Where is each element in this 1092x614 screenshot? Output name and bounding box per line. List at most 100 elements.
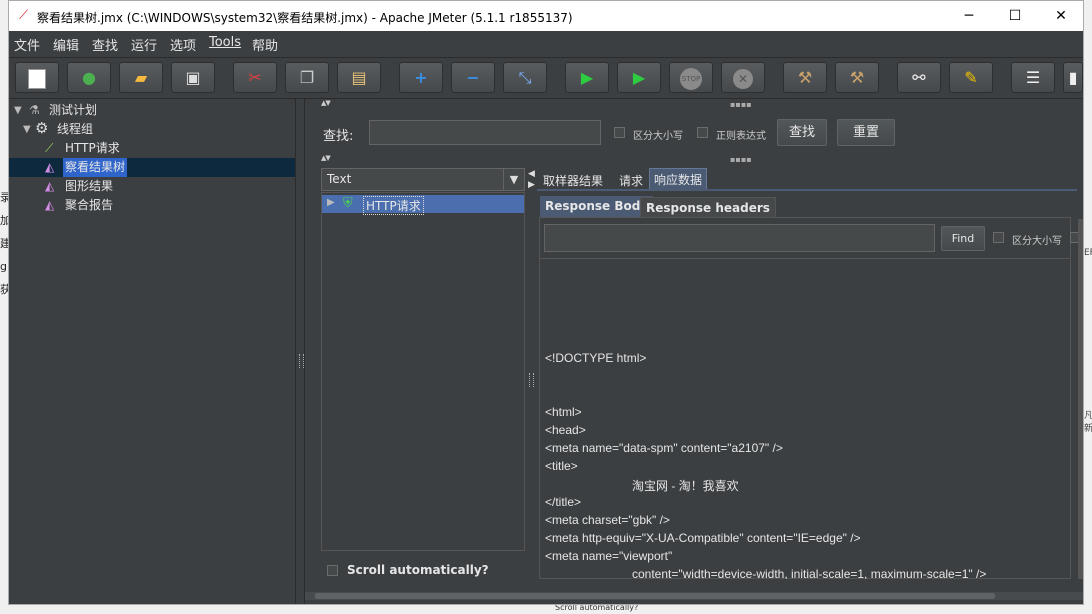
results-panel: ▲▼ ▪▪▪▪ 查找: 区分大小写 正则表达式 查找 重置 ▲▼ ▪▪▪▪ Te… — [305, 99, 1083, 604]
minimize-button[interactable]: ─ — [946, 1, 992, 31]
save-icon: ▣ — [185, 68, 201, 87]
sample-result-item[interactable]: ▶ ⛨ HTTP请求 — [322, 195, 524, 215]
stop-icon: STOP — [680, 67, 702, 90]
paste-icon: ▤ — [351, 68, 367, 87]
bg-fragment: ER — [1084, 248, 1092, 258]
menu-edit[interactable]: 编辑 — [53, 35, 79, 54]
http-sampler-icon: ⟋ — [45, 141, 54, 155]
reset-button[interactable]: 重置 — [837, 119, 895, 146]
case-sensitive-label: 区分大小写 — [633, 131, 683, 142]
tree-item-thread-group[interactable]: ▼ ⚙ 线程组 — [9, 119, 295, 139]
regex-checkbox[interactable] — [697, 127, 708, 138]
find-case-checkbox[interactable] — [993, 232, 1004, 243]
top-splitter[interactable]: ▲▼ ▪▪▪▪ — [305, 99, 1083, 109]
tab-response-headers[interactable]: Response headers — [640, 197, 776, 218]
response-line: <head> — [545, 423, 586, 437]
search-input[interactable] — [369, 120, 601, 145]
clear-button[interactable]: ⚒ — [783, 62, 827, 93]
menu-tools[interactable]: Tools — [209, 35, 241, 50]
open-button[interactable]: ▰ — [119, 62, 163, 93]
collapse-triangle-icon[interactable]: ▼ — [23, 120, 31, 139]
tree-item-view-results-tree[interactable]: ◭ 察看结果树 — [9, 158, 295, 177]
find-button[interactable]: 查找 — [777, 119, 827, 146]
listener-icon: ◭ — [45, 160, 55, 174]
menu-search[interactable]: 查找 — [92, 35, 118, 54]
window-title: 察看结果树.jmx (C:\WINDOWS\system32\察看结果树.jmx… — [37, 11, 573, 25]
menu-help[interactable]: 帮助 — [252, 35, 278, 54]
tab-response-data[interactable]: 响应数据 — [649, 168, 708, 190]
splitter-grip-icon[interactable]: ▪▪▪▪ — [730, 155, 752, 164]
vertical-scrollbar[interactable] — [1078, 219, 1083, 579]
tree-item-aggregate-report[interactable]: ◭ 聚合报告 — [9, 196, 295, 215]
close-button[interactable]: ✕ — [1038, 1, 1084, 31]
bg-fragment: 新 — [1084, 424, 1092, 434]
paste-button[interactable]: ▤ — [337, 62, 381, 93]
tree-item-label: 图形结果 — [65, 179, 114, 193]
search-icon: ⚯ — [912, 68, 926, 87]
tree-item-http-request[interactable]: ⟋ HTTP请求 — [9, 139, 295, 158]
clear-all-button[interactable]: ⚒ — [835, 62, 879, 93]
results-splitter[interactable] — [527, 168, 535, 583]
toolbar: ● ▰ ▣ ✂ ❐ ▤ + − ⤡ ▶ ▶ STOP ✕ ⚒ ⚒ ⚯ ✎ ☰ ▮ — [9, 57, 1083, 99]
start-button[interactable]: ▶ — [565, 62, 609, 93]
menu-file[interactable]: 文件 — [14, 35, 40, 54]
templates-button[interactable]: ● — [67, 62, 111, 93]
search-label: 查找: — [323, 129, 354, 144]
menu-options[interactable]: 选项 — [170, 35, 196, 54]
start-no-pause-button[interactable]: ▶ — [617, 62, 661, 93]
splitter-grip-icon[interactable]: ▪▪▪▪ — [730, 100, 752, 109]
response-text-area[interactable]: <!DOCTYPE html> <html> <head> <meta name… — [540, 258, 1070, 579]
response-line: <meta name="data-spm" content="a2107" /> — [545, 441, 783, 455]
find-text-input[interactable] — [544, 224, 935, 252]
splitter-grip[interactable] — [529, 373, 534, 387]
collapse-button[interactable]: − — [451, 62, 495, 93]
expand-triangle-icon[interactable]: ▶ — [327, 197, 335, 208]
bg-fragment: 凡 — [1084, 411, 1092, 421]
response-line: </title> — [545, 495, 582, 509]
save-button[interactable]: ▣ — [171, 62, 215, 93]
open-icon: ▰ — [134, 68, 148, 87]
horizontal-scrollbar[interactable] — [305, 592, 1083, 600]
find-text-button[interactable]: Find — [941, 226, 985, 251]
scrollbar-thumb[interactable] — [315, 593, 995, 599]
background-right-fragments: ER 凡 新 — [1084, 248, 1092, 434]
expand-button[interactable]: + — [399, 62, 443, 93]
test-plan-tree: ▼ ⚗ 测试计划 ▼ ⚙ 线程组 ⟋ HTTP请求 ◭ 察看结果树 ◭ 图形结果… — [9, 99, 295, 604]
toggle-button[interactable]: ⤡ — [503, 62, 547, 93]
renderer-select[interactable]: Text ▼ — [321, 168, 525, 191]
tree-item-graph-results[interactable]: ◭ 图形结果 — [9, 177, 295, 196]
splitter-arrows-icon[interactable]: ▲▼ — [321, 154, 331, 162]
start-icon: ▶ — [580, 68, 594, 87]
shutdown-button[interactable]: ✕ — [721, 62, 765, 93]
splitter-grip[interactable] — [299, 354, 304, 368]
tree-splitter[interactable] — [295, 99, 305, 604]
middle-splitter[interactable]: ▲▼ ▪▪▪▪ — [305, 154, 1083, 164]
function-helper-button[interactable]: ☰ — [1011, 62, 1055, 93]
case-sensitive-checkbox[interactable] — [614, 127, 625, 138]
collapse-triangle-icon[interactable]: ▼ — [14, 101, 22, 120]
splitter-arrows-icon[interactable]: ▲▼ — [321, 99, 331, 107]
clear-icon: ⚒ — [797, 68, 813, 87]
help-button[interactable]: ▮ — [1063, 62, 1083, 93]
cut-button[interactable]: ✂ — [233, 62, 277, 93]
tree-item-label: 线程组 — [57, 122, 94, 136]
reset-search-button[interactable]: ✎ — [949, 62, 993, 93]
menu-bar: 文件 编辑 查找 运行 选项 Tools 帮助 — [9, 31, 1083, 55]
search-button[interactable]: ⚯ — [897, 62, 941, 93]
tree-item-label: HTTP请求 — [65, 141, 120, 155]
chevron-down-icon[interactable]: ▼ — [503, 169, 524, 190]
reset-search-icon: ✎ — [964, 68, 978, 87]
tabs-underline — [537, 189, 1077, 191]
menu-run[interactable]: 运行 — [131, 35, 157, 54]
templates-icon: ● — [82, 68, 96, 87]
stop-button[interactable]: STOP — [669, 62, 713, 93]
copy-button[interactable]: ❐ — [285, 62, 329, 93]
maximize-button[interactable]: ☐ — [992, 1, 1038, 31]
tree-item-test-plan[interactable]: ▼ ⚗ 测试计划 — [9, 101, 295, 120]
tab-response-body[interactable]: Response Body — [540, 196, 654, 217]
listener-icon: ◭ — [45, 179, 55, 193]
new-button[interactable] — [15, 62, 59, 93]
scroll-automatically-checkbox[interactable] — [327, 565, 338, 576]
jmeter-window: ⟋ 察看结果树.jmx (C:\WINDOWS\system32\察看结果树.j… — [8, 0, 1084, 605]
tree-item-label: 测试计划 — [49, 103, 98, 117]
